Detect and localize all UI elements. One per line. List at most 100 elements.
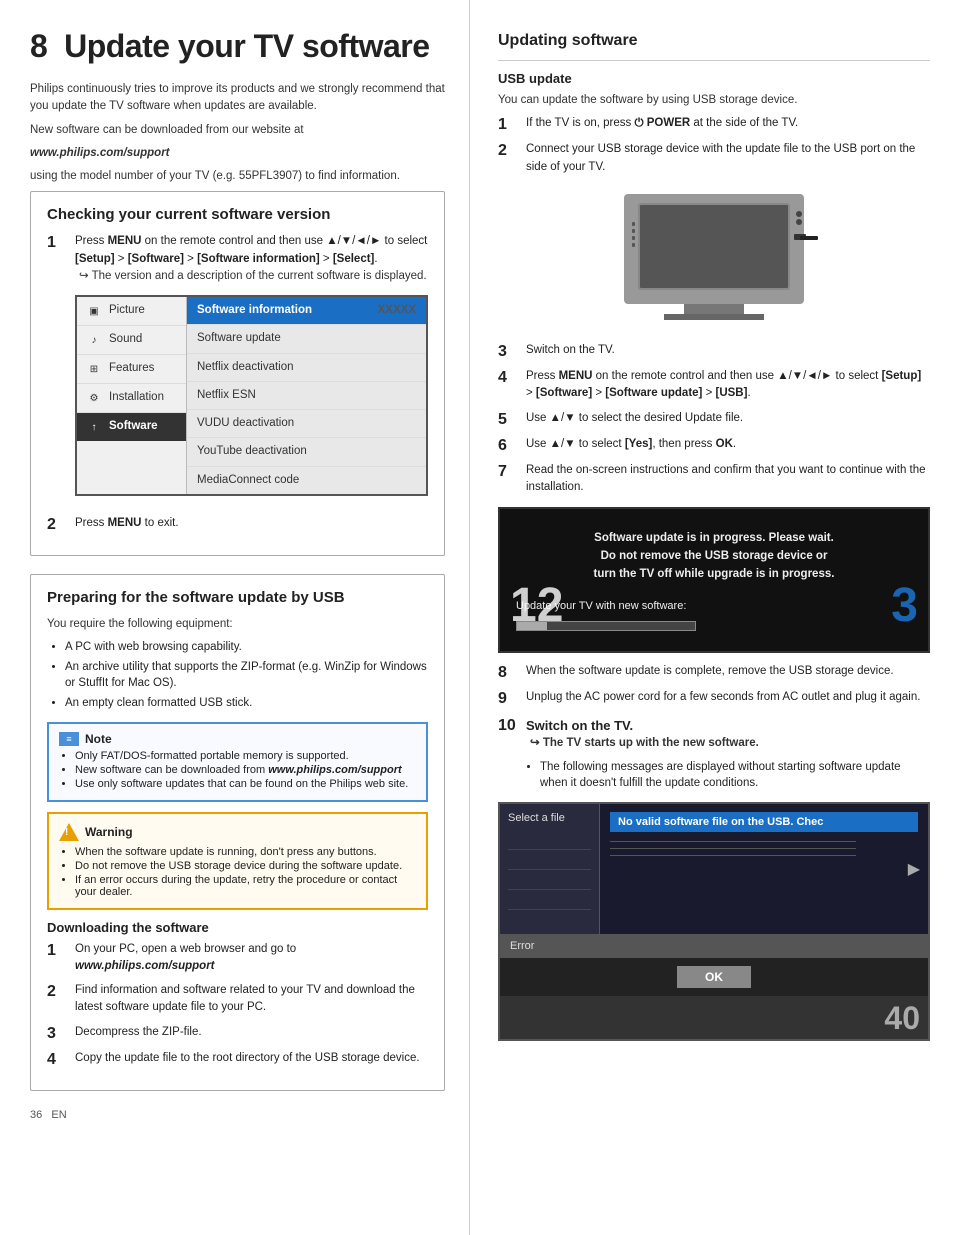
warning-list: When the software update is running, don… [59, 846, 416, 898]
error-line-3 [610, 855, 856, 856]
error-screen: Select a file No valid software file on … [498, 802, 930, 1041]
submenu-label-info: Software information [197, 304, 312, 316]
corner-num-right: 3 [891, 568, 918, 645]
submenu-software-information[interactable]: Software information XXXXX [187, 297, 426, 325]
usb-step-4: Press MENU on the remote control and the… [498, 368, 930, 403]
note-label: Note [85, 732, 112, 746]
submenu-vudu-deactivation[interactable]: VUDU deactivation [187, 410, 426, 438]
error-right-panel: No valid software file on the USB. Chec … [600, 804, 928, 934]
software-icon: ↑ [85, 418, 103, 436]
note-icon: ≡ [59, 732, 79, 746]
left-column: 8 Update your TV software Philips contin… [0, 0, 470, 1235]
checking-steps: Press MENU on the remote control and the… [47, 233, 428, 534]
usb-step-2-content: Connect your USB storage device with the… [526, 141, 930, 176]
dl-step-1: On your PC, open a web browser and go to… [47, 941, 428, 976]
error-corner-num: 40 [500, 996, 928, 1039]
menu-item-software[interactable]: ↑ Software [77, 413, 186, 441]
warning-box: Warning When the software update is runn… [47, 812, 428, 910]
features-icon: ⊞ [85, 360, 103, 378]
usb-step-9: Unplug the AC power cord for a few secon… [498, 689, 930, 708]
submenu-netflix-esn[interactable]: Netflix ESN [187, 382, 426, 410]
no-update-bullet: The following messages are displayed wit… [540, 759, 930, 791]
error-ok-row: OK [500, 958, 928, 996]
downloading-title: Downloading the software [47, 920, 428, 935]
step-2: Press MENU to exit. [47, 515, 428, 534]
usb-steps-final: When the software update is complete, re… [498, 663, 930, 752]
note-list: Only FAT/DOS-formatted portable memory i… [59, 750, 416, 790]
warning-item-2: Do not remove the USB storage device dur… [75, 860, 416, 872]
bullet-archive: An archive utility that supports the ZIP… [65, 659, 428, 691]
step-1: Press MENU on the remote control and the… [47, 233, 428, 508]
usb-step-4-content: Press MENU on the remote control and the… [526, 368, 930, 403]
no-update-note: The following messages are displayed wit… [522, 759, 930, 791]
installation-icon: ⚙ [85, 389, 103, 407]
menu-label-features: Features [109, 360, 154, 377]
warning-item-3: If an error occurs during the update, re… [75, 874, 416, 898]
progress-bar-container [516, 621, 912, 631]
ok-button[interactable]: OK [677, 966, 751, 988]
page-title: 8 Update your TV software [30, 28, 445, 65]
dl-step-1-content: On your PC, open a web browser and go to… [75, 941, 428, 976]
checking-title: Checking your current software version [47, 206, 428, 223]
dl-step-4: Copy the update file to the root directo… [47, 1050, 428, 1069]
error-label: Error [510, 940, 534, 952]
usb-step-9-content: Unplug the AC power cord for a few secon… [526, 689, 930, 706]
menu-label-installation: Installation [109, 389, 164, 406]
menu-label-sound: Sound [109, 331, 142, 348]
note-item-2: New software can be downloaded from www.… [75, 764, 416, 776]
step-1-sub: ↪ The version and a description of the c… [75, 268, 428, 285]
error-line-2 [610, 848, 856, 849]
step-1-content: Press MENU on the remote control and the… [75, 233, 428, 508]
submenu-label-netflix-deact: Netflix deactivation [197, 361, 294, 373]
note-box: ≡ Note Only FAT/DOS-formatted portable m… [47, 722, 428, 802]
usb-steps-cont: Switch on the TV. Press MENU on the remo… [498, 342, 930, 497]
submenu-software-update[interactable]: Software update [187, 325, 426, 353]
submenu-mediaconnect[interactable]: MediaConnect code [187, 467, 426, 494]
tv-illustration-wrapper [498, 184, 930, 334]
menu-screenshot: ▣ Picture ♪ Sound ⊞ Features [75, 295, 428, 496]
usb-step-8: When the software update is complete, re… [498, 663, 930, 682]
right-column: Updating software USB update You can upd… [470, 0, 954, 1235]
submenu-label-update: Software update [197, 332, 281, 344]
submenu-label-netflix-esn: Netflix ESN [197, 389, 256, 401]
step-2-content: Press MENU to exit. [75, 515, 428, 532]
note-header: ≡ Note [59, 732, 416, 746]
usb-step-1-content: If the TV is on, press ⏻ POWER at the si… [526, 115, 930, 132]
usb-step-7-content: Read the on-screen instructions and conf… [526, 462, 930, 497]
preparing-intro: You require the following equipment: [47, 616, 428, 633]
dl-step-3: Decompress the ZIP-file. [47, 1024, 428, 1043]
warning-header: Warning [59, 822, 416, 842]
select-file-label: Select a file [508, 812, 591, 824]
submenu-label-vudu: VUDU deactivation [197, 417, 294, 429]
menu-item-sound: ♪ Sound [77, 326, 186, 355]
error-list-1 [508, 834, 591, 850]
menu-left-panel: ▣ Picture ♪ Sound ⊞ Features [77, 297, 187, 494]
dl-step-2: Find information and software related to… [47, 982, 428, 1017]
error-list-3 [508, 874, 591, 890]
submenu-label-youtube: YouTube deactivation [197, 445, 307, 457]
menu-label-picture: Picture [109, 302, 145, 319]
note-item-1: Only FAT/DOS-formatted portable memory i… [75, 750, 416, 762]
error-message: No valid software file on the USB. Chec [610, 812, 918, 832]
sound-icon: ♪ [85, 331, 103, 349]
warning-item-1: When the software update is running, don… [75, 846, 416, 858]
tv-usb-illustration [604, 184, 824, 334]
submenu-youtube-deactivation[interactable]: YouTube deactivation [187, 438, 426, 466]
step-1-text: Press MENU on the remote control and the… [75, 235, 427, 264]
usb-step-10: Switch on the TV. ↪ The TV starts up wit… [498, 716, 930, 753]
menu-item-picture: ▣ Picture [77, 297, 186, 326]
checking-section: Checking your current software version P… [30, 191, 445, 556]
menu-item-installation: ⚙ Installation [77, 384, 186, 413]
error-list-4 [508, 894, 591, 910]
error-list-2 [508, 854, 591, 870]
menu-label-software: Software [109, 418, 158, 435]
intro-text-2: New software can be downloaded from our … [30, 122, 445, 139]
note-item-3: Use only software updates that can be fo… [75, 778, 416, 790]
dl-step-2-content: Find information and software related to… [75, 982, 428, 1017]
submenu-netflix-deactivation[interactable]: Netflix deactivation [187, 354, 426, 382]
page-number: 36 EN [30, 1109, 445, 1121]
update-label: Update your TV with new software: [516, 598, 912, 616]
usb-step-5-content: Use ▲/▼ to select the desired Update fil… [526, 410, 930, 427]
warning-icon [59, 822, 79, 842]
usb-step-6: Use ▲/▼ to select [Yes], then press OK. [498, 436, 930, 455]
